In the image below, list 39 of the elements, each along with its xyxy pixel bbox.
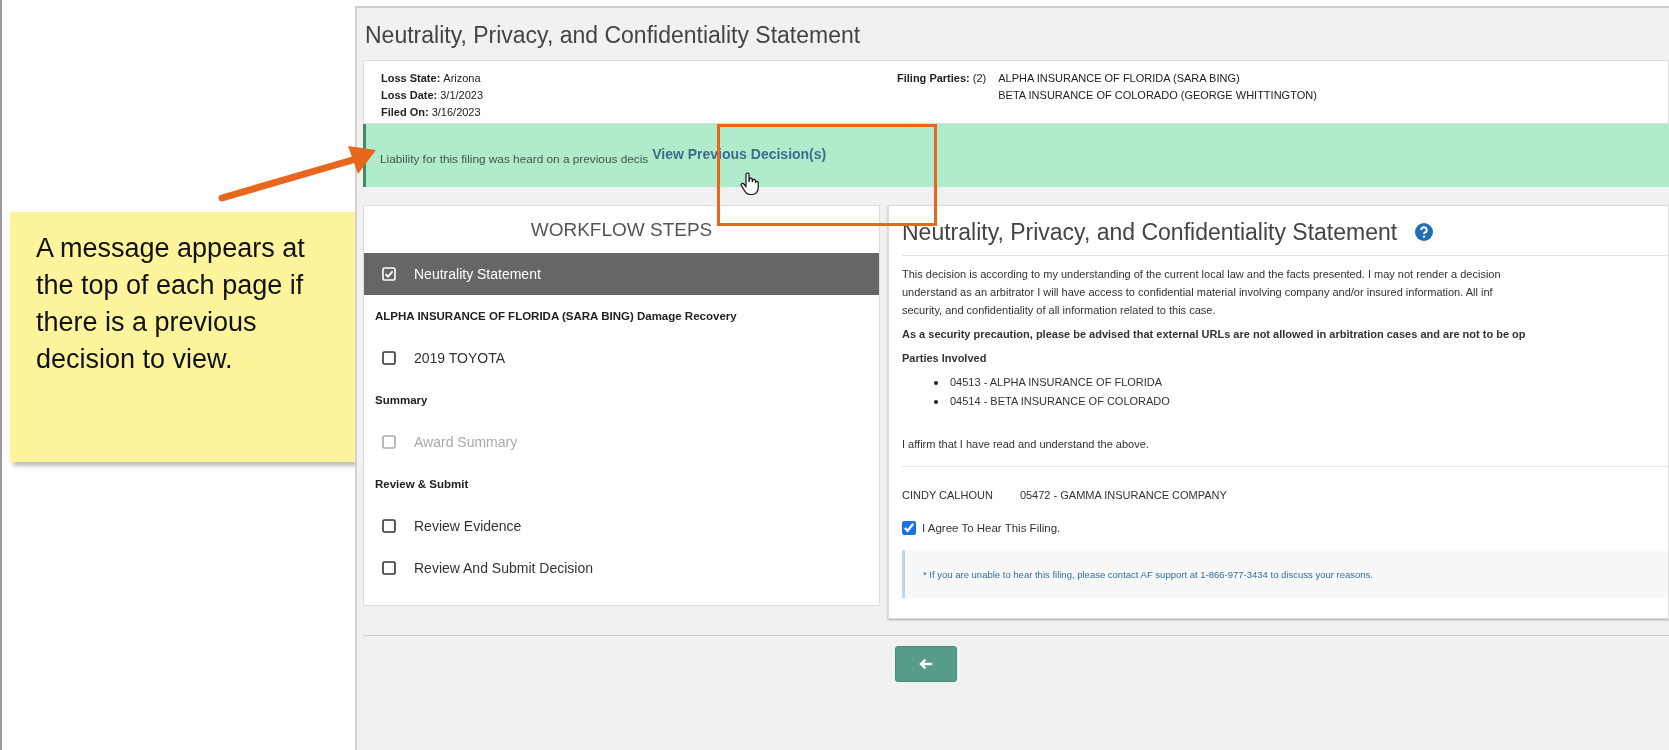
filing-parties-label: Filing Parties: bbox=[897, 71, 970, 86]
security-precaution-text: As a security precaution, please be advised that external URLs are not allowed in arbitration cases and are not to be op bbox=[902, 327, 1527, 342]
arbitrator-name: CINDY CALHOUN bbox=[902, 489, 993, 501]
help-icon[interactable] bbox=[1415, 223, 1434, 241]
field-value: 3/16/2023 bbox=[431, 106, 481, 118]
parties-heading: Parties Involved bbox=[902, 351, 988, 366]
bullet-icon bbox=[934, 399, 938, 404]
affirm-text: I affirm that I have read and understand the above. bbox=[902, 435, 1668, 467]
left-arrow-icon bbox=[919, 658, 933, 670]
filing-parties-count: (2) bbox=[972, 71, 987, 86]
field-label: Loss State: bbox=[381, 72, 441, 84]
workflow-step[interactable]: 2019 TOYOTA bbox=[364, 337, 879, 379]
party-item: 04513 - ALPHA INSURANCE OF FLORIDA bbox=[950, 375, 1163, 390]
support-note-text: * If you are unable to hear this filing, please contact AF support at 1-866-977-3434 to discuss your reasons. bbox=[923, 568, 1373, 580]
hand-cursor-icon bbox=[740, 172, 760, 196]
agree-label: I Agree To Hear This Filing. bbox=[922, 522, 1061, 534]
field-value: 3/1/2023 bbox=[440, 89, 484, 101]
field-label: Loss Date: bbox=[381, 89, 438, 101]
workflow-title: WORKFLOW STEPS bbox=[529, 218, 714, 242]
workflow-step[interactable]: Review And Submit Decision bbox=[364, 547, 879, 589]
party-item: 04514 - BETA INSURANCE OF COLORADO bbox=[950, 394, 1170, 409]
field-value: Arizona bbox=[443, 72, 481, 84]
statement-paragraph: This decision is according to my understanding of the current local law and the facts presented. I may not render a decision understand as an arbitrator I will have access to confidential material involving company and/or insured information. All inf security, and confidentiality of all information related to this case. bbox=[902, 267, 1502, 318]
note-text: A message appears at the top of each page if there is a previous decision to view. bbox=[36, 232, 306, 376]
page-title: Neutrality, Privacy, and Confidentiality Statement bbox=[365, 22, 862, 50]
agree-checkbox[interactable] bbox=[902, 521, 916, 535]
bullet-icon bbox=[934, 380, 938, 385]
filing-party-name: BETA INSURANCE OF COLORADO (GEORGE WHITTINGTON) bbox=[998, 88, 1317, 103]
filing-party-name: ALPHA INSURANCE OF FLORIDA (SARA BING) bbox=[998, 71, 1241, 86]
field-label: Filed On: bbox=[381, 106, 429, 118]
workflow-section-heading: Review & Submit bbox=[374, 477, 470, 492]
workflow-step[interactable]: Review Evidence bbox=[364, 505, 879, 547]
workflow-section-heading: Summary bbox=[374, 393, 429, 408]
statement-title: Neutrality, Privacy, and Confidentiality Statement bbox=[902, 218, 1398, 246]
arbitrator-company: 05472 - GAMMA INSURANCE COMPANY bbox=[1019, 489, 1227, 501]
back-button[interactable] bbox=[895, 646, 957, 682]
workflow-section-heading: ALPHA INSURANCE OF FLORIDA (SARA BING) Damage Recovery bbox=[374, 309, 738, 324]
notice-text: Liability for this filing was heard on a previous decis bbox=[380, 151, 649, 166]
workflow-step[interactable]: Neutrality Statement bbox=[364, 253, 879, 295]
